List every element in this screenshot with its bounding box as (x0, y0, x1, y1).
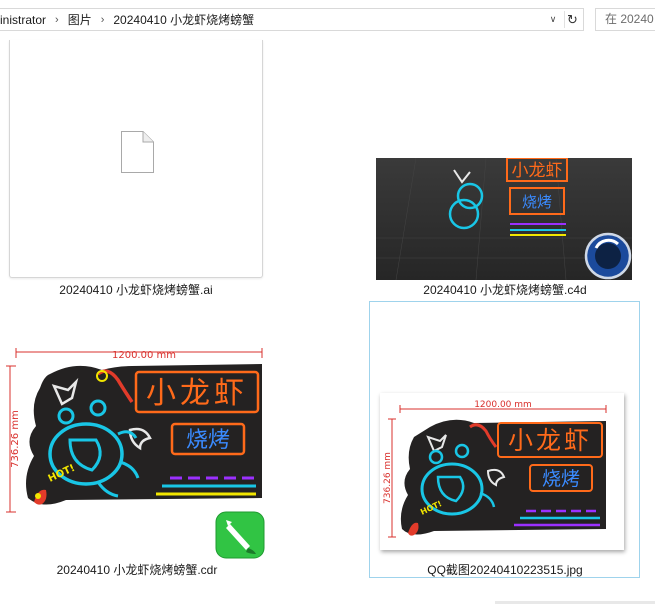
sign-subtitle-text: 烧烤 (542, 468, 580, 490)
file-thumbnail (9, 40, 263, 278)
sign-title-text: 小龙虾 (146, 376, 248, 411)
history-dropdown-chevron-icon[interactable]: ∨ (545, 11, 561, 28)
sign-subtitle-text: 烧烤 (186, 428, 230, 453)
breadcrumb[interactable]: inistrator › 图片 › 20240410 小龙虾烧烤螃蟹 ∨ ↻ (0, 8, 584, 31)
breadcrumb-item-folder[interactable]: 20240410 小龙虾烧烤螃蟹 (113, 11, 261, 28)
generic-document-icon (121, 131, 154, 173)
coreldraw-icon (215, 511, 265, 559)
file-thumbnail: 1200.00 mm 736.26 mm HOT! 小龙虾 烧烤 (6, 344, 268, 562)
search-input[interactable]: 在 20240 (595, 8, 655, 31)
file-thumbnail: 1200.00 mm 736.26 mm HOT! 小龙虾 烧烤 (380, 393, 624, 550)
height-dimension-label: 736.26 mm (383, 452, 393, 504)
width-dimension-label: 1200.00 mm (474, 400, 532, 410)
file-name: 20240410 小龙虾烧烤螃蟹.cdr (56, 563, 218, 577)
file-name: QQ截图20240410223515.jpg (427, 563, 583, 577)
file-name: 20240410 小龙虾烧烤螃蟹.ai (59, 283, 213, 297)
width-dimension-label: 1200.00 mm (112, 350, 176, 361)
breadcrumb-chevron-icon[interactable]: › (99, 14, 114, 26)
c4d-subtitle-text: 烧烤 (522, 193, 552, 211)
address-bar: inistrator › 图片 › 20240410 小龙虾烧烤螃蟹 ∨ ↻ 在… (0, 0, 655, 40)
sign-title-text: 小龙虾 (508, 426, 592, 455)
c4d-title-text: 小龙虾 (512, 161, 563, 181)
file-name: 20240410 小龙虾烧烤螃蟹.c4d (423, 283, 587, 297)
c4d-render-preview: 小龙虾 烧烤 (376, 158, 632, 280)
breadcrumb-chevron-icon[interactable]: › (53, 14, 68, 26)
refresh-icon[interactable]: ↻ (564, 11, 580, 28)
neon-sign-artwork: 1200.00 mm 736.26 mm HOT! 小龙虾 烧烤 (6, 348, 265, 559)
breadcrumb-item-administrator[interactable]: inistrator (0, 13, 53, 27)
file-thumbnail: 小龙虾 烧烤 (376, 158, 632, 280)
height-dimension-label: 736.26 mm (10, 410, 21, 468)
breadcrumb-item-pictures[interactable]: 图片 (68, 11, 99, 28)
cinema4d-icon (584, 232, 632, 280)
neon-sign-screenshot: 1200.00 mm 736.26 mm HOT! 小龙虾 烧烤 (380, 393, 624, 550)
